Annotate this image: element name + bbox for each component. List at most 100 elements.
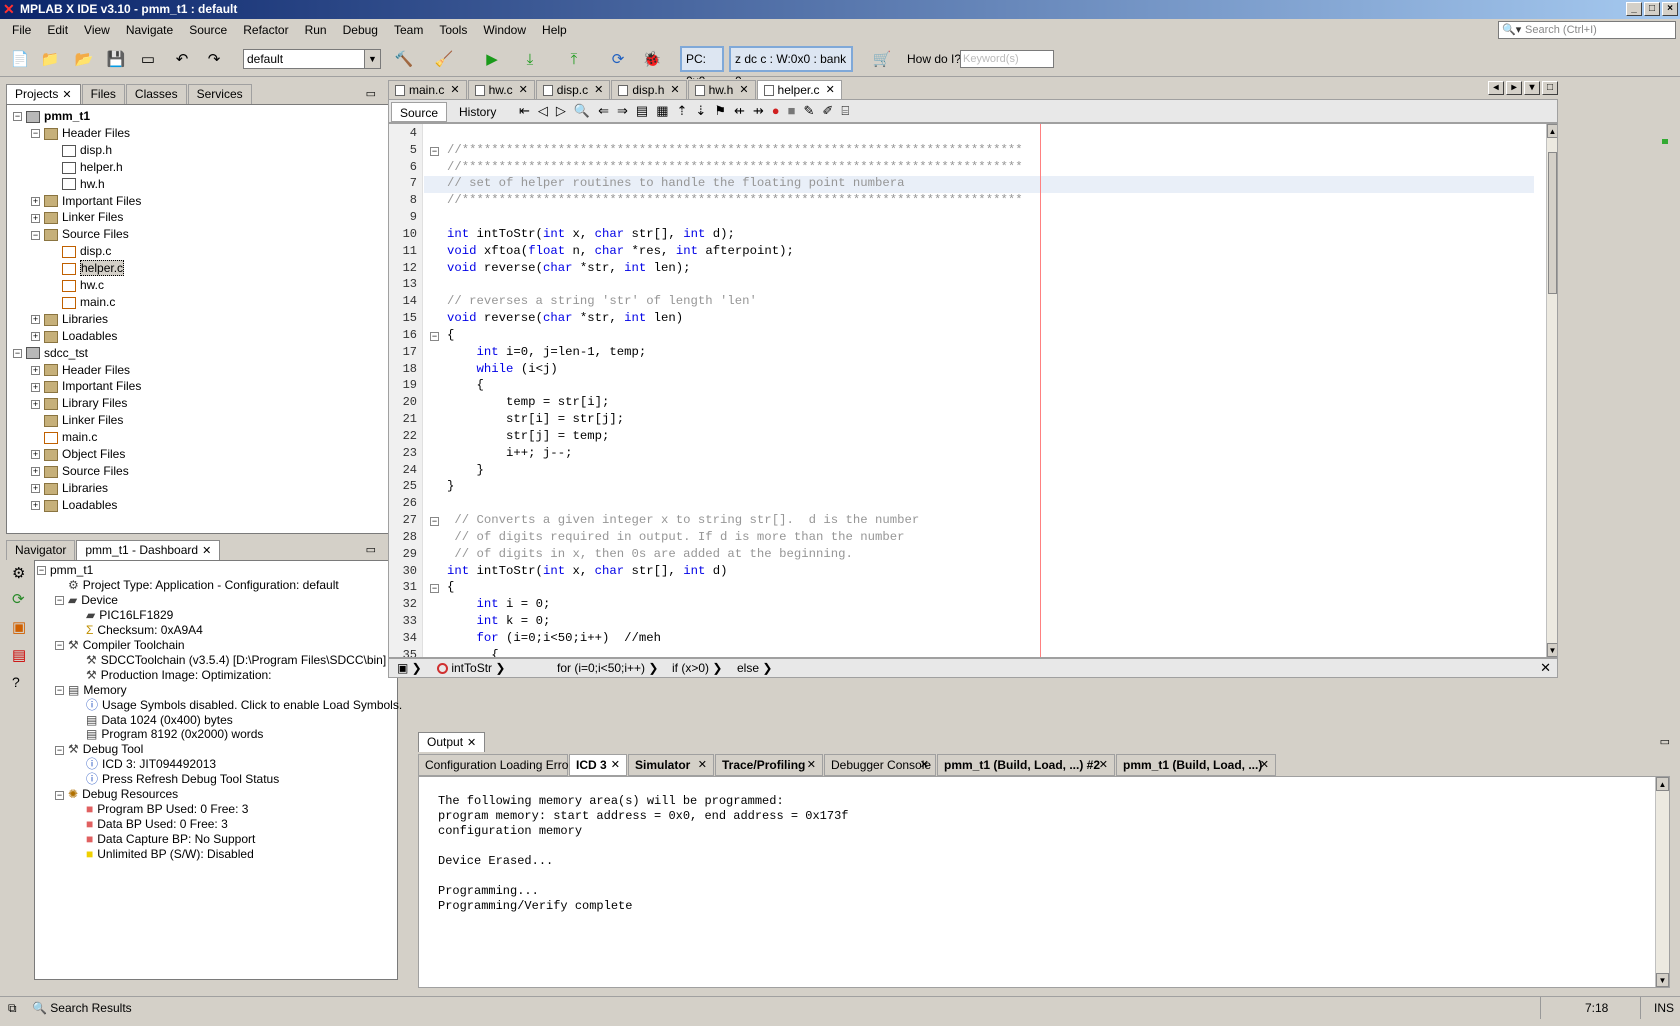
tree-item[interactable]: + Important Files [31,192,141,210]
minimize-panel-icon[interactable]: ▭ [1660,735,1670,748]
maximize-editor-icon[interactable]: □ [1542,81,1558,95]
expand-icon[interactable]: + [31,196,40,206]
dashboard-item[interactable]: ⓘ Usage Symbols disabled. Click to enable… [73,698,402,713]
close-icon[interactable]: ✕ [450,81,459,99]
minimize-panel-icon[interactable]: ▭ [366,87,376,100]
collapse-icon[interactable]: − [55,685,64,695]
shift-left-icon[interactable]: ⇷ [734,103,745,119]
build-icon[interactable]: 🔨 [392,48,416,70]
tree-item[interactable]: main.c [49,293,115,311]
next-bookmark-icon[interactable]: ⇣ [695,103,706,119]
close-icon[interactable]: ✕ [1260,755,1269,775]
fold-icon[interactable]: − [430,584,439,594]
dashboard-item[interactable]: ▤ Program 8192 (0x2000) words [73,727,263,742]
dashboard-item[interactable]: − ⚒ Compiler Toolchain [55,638,185,653]
scroll-tabs-right-icon[interactable]: ▸ [1506,81,1522,95]
scroll-tabs-left-icon[interactable]: ◂ [1488,81,1504,95]
expand-icon[interactable]: + [31,450,40,460]
breadcrumb-item[interactable]: else ❯ [737,659,772,677]
close-icon[interactable]: ✕ [611,755,620,775]
tree-item[interactable]: + Loadables [31,327,117,345]
start-macro-icon[interactable]: ● [772,103,780,119]
close-icon[interactable]: ✕ [1099,755,1108,775]
tree-item[interactable]: + Source Files [31,462,129,480]
scroll-down-icon[interactable]: ▼ [1547,643,1557,657]
menu-source[interactable]: Source [181,19,235,41]
read-device-icon[interactable]: ⤒ [562,48,586,70]
format-icon[interactable]: ⌸ [841,103,849,119]
search-results-button[interactable]: 🔍 Search Results [32,997,132,1019]
tab-output[interactable]: Output ✕ [418,732,486,752]
find-icon[interactable]: 🔍 [574,103,590,119]
output-tab[interactable]: Simulator ✕ [628,754,714,776]
find-prev-icon[interactable]: ⇐ [598,103,609,119]
breadcrumb-item[interactable]: intToStr ❯ [437,659,505,677]
tree-item[interactable]: + Linker Files [31,208,123,226]
tab-list-icon[interactable]: ▾ [1524,81,1540,95]
dashboard-item[interactable]: − pmm_t1 [37,563,93,578]
tree-item[interactable]: hw.h [49,175,105,193]
close-icon[interactable]: ✕ [920,755,929,775]
scroll-up-icon[interactable]: ▲ [1656,777,1669,791]
menu-refactor[interactable]: Refactor [235,19,296,41]
expand-icon[interactable]: + [31,213,40,223]
prev-bookmark-icon[interactable]: ⇡ [677,103,688,119]
close-icon[interactable]: ✕ [670,81,679,99]
collapse-icon[interactable]: − [31,230,40,240]
program-device-icon[interactable]: ⤓ [518,48,542,70]
maximize-button[interactable]: □ [1644,2,1660,16]
tree-item[interactable]: + Loadables [31,496,117,514]
tab-classes[interactable]: Classes [125,84,187,104]
rect-select-icon[interactable]: ▦ [656,103,668,119]
editor-tab-hw-h[interactable]: hw.h ✕ [687,80,756,99]
tree-item[interactable]: − sdcc_tst [13,344,88,362]
dashboard-item[interactable]: ⚒ Production Image: Optimization: [73,668,272,683]
minimize-panel-icon[interactable]: ▭ [366,543,376,556]
uncomment-icon[interactable]: ✐ [822,103,833,119]
dashboard-item[interactable]: − ✺ Debug Resources [55,787,178,802]
shift-right-icon[interactable]: ⇸ [753,103,764,119]
breadcrumb-item[interactable]: if (x>0) ❯ [672,659,722,677]
tree-item[interactable]: + Header Files [31,361,130,379]
scroll-down-icon[interactable]: ▼ [1656,973,1669,987]
tree-item[interactable]: + Object Files [31,445,125,463]
notifications-icon[interactable]: ⧉ [8,997,17,1019]
tree-item[interactable]: disp.c [49,242,111,260]
undo-icon[interactable]: ↶ [170,48,194,70]
breadcrumb-item[interactable]: for (i=0;i<50;i++) ❯ [557,659,658,677]
close-breadcrumb-icon[interactable]: ✕ [1540,659,1551,677]
editor-tab-main-c[interactable]: main.c ✕ [388,80,467,99]
menu-debug[interactable]: Debug [335,19,386,41]
expand-icon[interactable]: + [31,484,40,494]
dashboard-item[interactable]: ▰ PIC16LF1829 [73,608,173,623]
dashboard-item[interactable]: ⓘ ICD 3: JIT094492013 [73,757,216,772]
dashboard-item[interactable]: ⓘ Press Refresh Debug Tool Status [73,772,279,787]
collapse-icon[interactable]: − [13,348,22,358]
editor-tab-helper-c[interactable]: helper.c ✕ [756,80,842,99]
find-next-icon[interactable]: ⇒ [617,103,628,119]
tree-item[interactable]: − Source Files [31,225,129,243]
new-file-icon[interactable]: 📄 [8,48,32,70]
dashboard-item[interactable]: ■ Unlimited BP (S/W): Disabled [73,847,254,862]
comment-icon[interactable]: ✎ [804,103,815,119]
close-icon[interactable]: ✕ [519,81,528,99]
tree-item[interactable]: + Library Files [31,394,127,412]
run-icon[interactable]: ▶ [480,48,504,70]
dashboard-item[interactable]: ▤ Data 1024 (0x400) bytes [73,713,233,728]
new-project-icon[interactable]: 📁 [38,48,62,70]
fold-icon[interactable]: − [430,146,439,156]
editor-tab-disp-c[interactable]: disp.c ✕ [535,80,611,99]
tree-item[interactable]: hw.c [49,276,104,294]
close-icon[interactable]: ✕ [202,545,211,557]
close-icon[interactable]: ✕ [594,81,603,99]
back-icon[interactable]: ◁ [538,103,548,119]
help-icon[interactable]: ? [12,674,20,690]
clean-build-icon[interactable]: 🧹 [432,48,456,70]
menu-tools[interactable]: Tools [431,19,475,41]
tab-history[interactable]: History [451,102,504,122]
dashboard-item[interactable]: ■ Program BP Used: 0 Free: 3 [73,802,248,817]
collapse-icon[interactable]: − [55,641,64,651]
close-icon[interactable]: ✕ [739,81,748,99]
stop-macro-icon[interactable]: ■ [788,103,796,119]
tree-item[interactable]: helper.c [49,259,125,277]
